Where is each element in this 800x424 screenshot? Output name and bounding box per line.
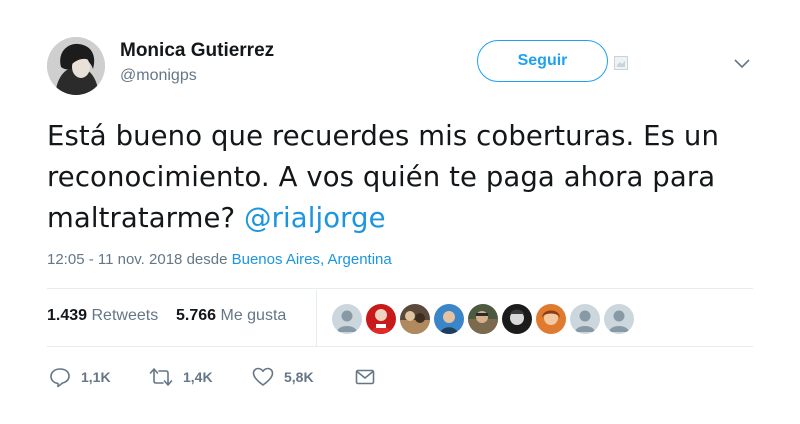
broken-image-icon: [614, 56, 628, 70]
retweet-count: 1,4K: [183, 369, 213, 385]
heart-icon: [252, 367, 274, 386]
liker-avatar[interactable]: [603, 303, 635, 335]
mention-link[interactable]: @rialjorge: [244, 202, 386, 234]
reply-icon: [50, 368, 70, 388]
liker-avatar[interactable]: [433, 303, 465, 335]
retweets-stat[interactable]: 1.439 Retweets: [47, 307, 158, 324]
reply-count: 1,1K: [81, 369, 111, 385]
default-avatar-icon: [332, 304, 362, 334]
location-link[interactable]: Buenos Aires, Argentina: [232, 251, 392, 268]
liker-avatar[interactable]: [501, 303, 533, 335]
author-name[interactable]: Monica Gutierrez: [120, 40, 274, 62]
user-avatar-icon: [434, 304, 464, 334]
likes-count: 5.766: [175, 307, 217, 324]
tweet-actions: 1,1K 1,4K 5,8K: [47, 366, 447, 390]
chevron-down-icon[interactable]: [733, 56, 751, 70]
reply-action[interactable]: 1,1K: [49, 366, 111, 388]
user-avatar-icon: [366, 304, 396, 334]
tweet-text: Está bueno que recuerdes mis coberturas.…: [47, 116, 747, 239]
user-avatar-icon: [502, 304, 532, 334]
author-avatar[interactable]: [47, 37, 105, 95]
default-avatar-icon: [570, 304, 600, 334]
retweet-action[interactable]: 1,4K: [149, 366, 213, 388]
profile-photo-icon: [47, 37, 105, 95]
stats-separator: [316, 290, 317, 347]
like-count: 5,8K: [284, 369, 314, 385]
liker-avatar[interactable]: [467, 303, 499, 335]
divider-top: [47, 288, 753, 289]
liker-avatar[interactable]: [331, 303, 363, 335]
default-avatar-icon: [604, 304, 634, 334]
liker-avatar[interactable]: [535, 303, 567, 335]
liker-avatar[interactable]: [399, 303, 431, 335]
likes-label: Me gusta: [220, 307, 287, 324]
timestamp[interactable]: 12:05 - 11 nov. 2018: [47, 251, 182, 268]
direct-message-action[interactable]: [354, 366, 376, 388]
retweets-label: Retweets: [91, 307, 159, 324]
like-action[interactable]: 5,8K: [252, 366, 314, 388]
retweet-icon: [149, 368, 173, 386]
user-avatar-icon: [468, 304, 498, 334]
author-handle[interactable]: @monigps: [120, 67, 197, 85]
divider-bottom: [47, 346, 753, 347]
retweets-count: 1.439: [47, 307, 88, 324]
liker-avatar[interactable]: [365, 303, 397, 335]
liker-avatar[interactable]: [569, 303, 601, 335]
user-avatar-icon: [400, 304, 430, 334]
tweet-stats: 1.439 Retweets 5.766 Me gusta: [47, 307, 286, 325]
user-avatar-icon: [536, 304, 566, 334]
follow-button[interactable]: Seguir: [477, 40, 608, 82]
from-label: desde: [186, 251, 228, 268]
tweet-meta: 12:05 - 11 nov. 2018 desde Buenos Aires,…: [47, 251, 392, 268]
envelope-icon: [355, 369, 375, 385]
likes-stat[interactable]: 5.766 Me gusta: [176, 307, 286, 324]
